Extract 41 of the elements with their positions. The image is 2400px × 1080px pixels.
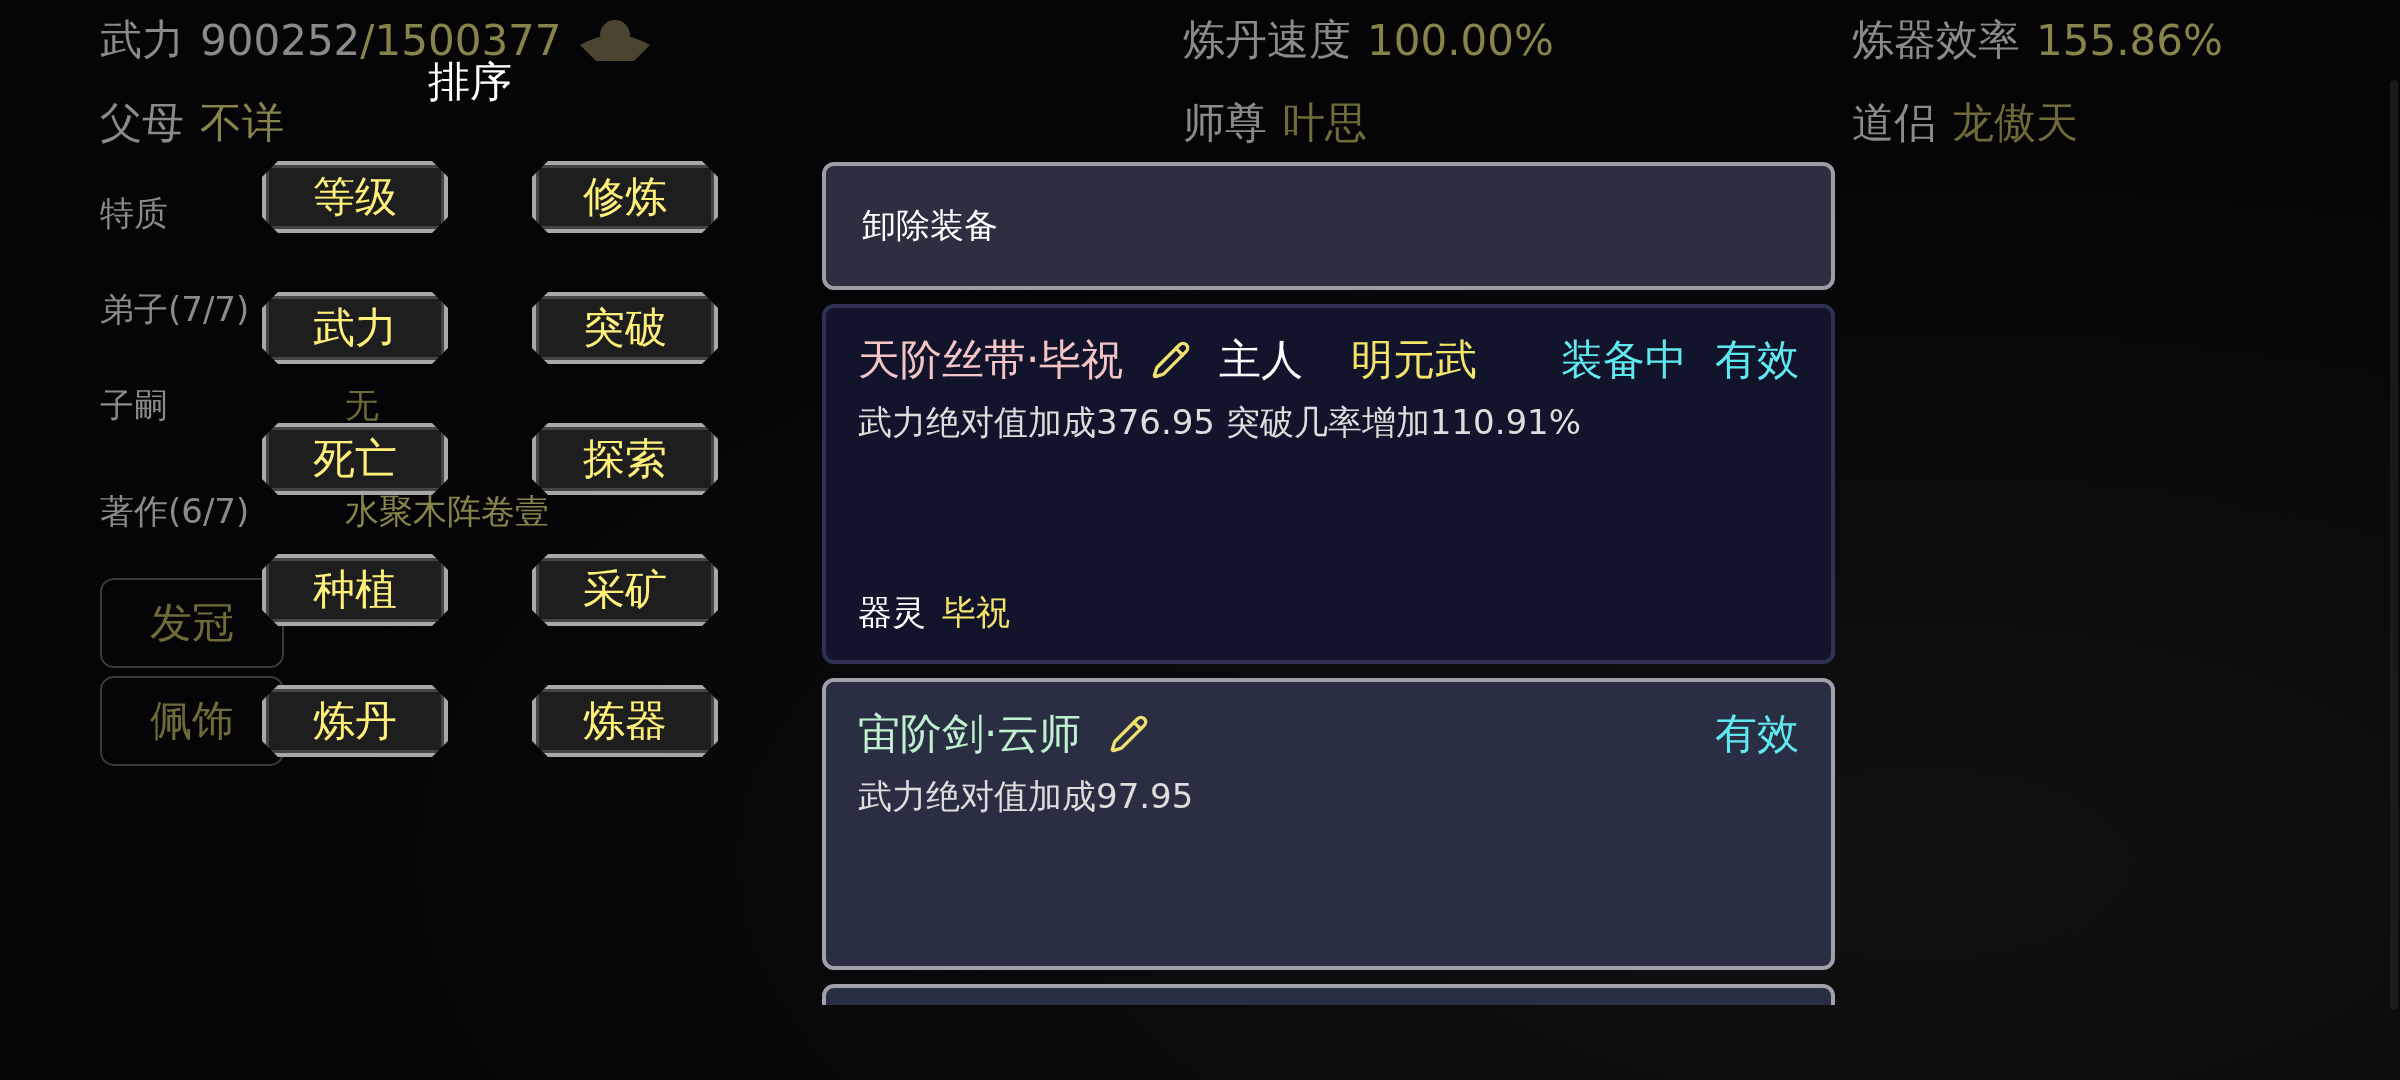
stat-value: 100.00% xyxy=(1367,15,1554,65)
stat-value: 155.86% xyxy=(2036,15,2223,65)
equipment-card[interactable]: 宙阶剑·云师 有效 武力绝对值加成97.95 xyxy=(822,678,1835,970)
sort-option-button[interactable]: 炼器 xyxy=(532,685,718,757)
spirit-label: 器灵 xyxy=(858,591,926,634)
sort-option-button[interactable]: 探索 xyxy=(532,423,718,495)
owner-label: 主人 xyxy=(1219,334,1304,386)
pencil-icon[interactable] xyxy=(1151,340,1192,380)
pencil-icon[interactable] xyxy=(1109,714,1150,754)
validity-status: 有效 xyxy=(1715,708,1799,760)
stat-label: 炼丹速度 xyxy=(1183,14,1351,66)
relation-label: 师尊 xyxy=(1183,97,1267,149)
profile-label: 弟子(7/7) xyxy=(100,288,250,331)
unequip-button[interactable]: 卸除装备 xyxy=(822,162,1835,290)
stat-label: 炼器效率 xyxy=(1852,14,2020,66)
sort-option-button[interactable]: 采矿 xyxy=(532,554,718,626)
sort-option-button[interactable]: 死亡 xyxy=(262,423,448,495)
profile-label: 子嗣 xyxy=(100,384,168,427)
sort-option-button[interactable]: 炼丹 xyxy=(262,685,448,757)
relation-value: 不详 xyxy=(200,97,284,149)
validity-status: 有效 xyxy=(1715,334,1799,386)
relation-label: 道侣 xyxy=(1852,97,1936,149)
profile-label: 特质 xyxy=(100,192,168,235)
effect-text: 武力绝对值加成376.95 突破几率增加110.91% xyxy=(858,401,1583,444)
item-name: 宙阶剑·云师 xyxy=(858,708,1082,760)
sort-option-button[interactable]: 武力 xyxy=(262,292,448,364)
spirit-name: 毕祝 xyxy=(942,591,1010,634)
sort-option-button[interactable]: 等级 xyxy=(262,161,448,233)
item-name: 天阶丝带·毕祝 xyxy=(858,334,1124,386)
sort-option-button[interactable]: 修炼 xyxy=(532,161,718,233)
owner-name: 明元武 xyxy=(1351,334,1478,386)
profile-label: 著作(6/7) xyxy=(100,490,250,533)
relation-label: 父母 xyxy=(100,97,184,149)
equip-status: 装备中 xyxy=(1561,334,1687,386)
effect-text: 武力绝对值加成97.95 xyxy=(858,775,1195,818)
sort-option-button[interactable]: 种植 xyxy=(262,554,448,626)
relation-value: 龙傲天 xyxy=(1952,97,2078,149)
sort-option-button[interactable]: 突破 xyxy=(532,292,718,364)
stat-label: 武力 xyxy=(100,14,184,66)
equipment-card[interactable]: 天阶丝带·毕祝 主人 明元武 装备中 有效 武力绝对值加成376.95 突破几率增加110.91% 器灵 毕祝 xyxy=(822,304,1835,664)
relation-value: 叶思 xyxy=(1283,97,1367,149)
